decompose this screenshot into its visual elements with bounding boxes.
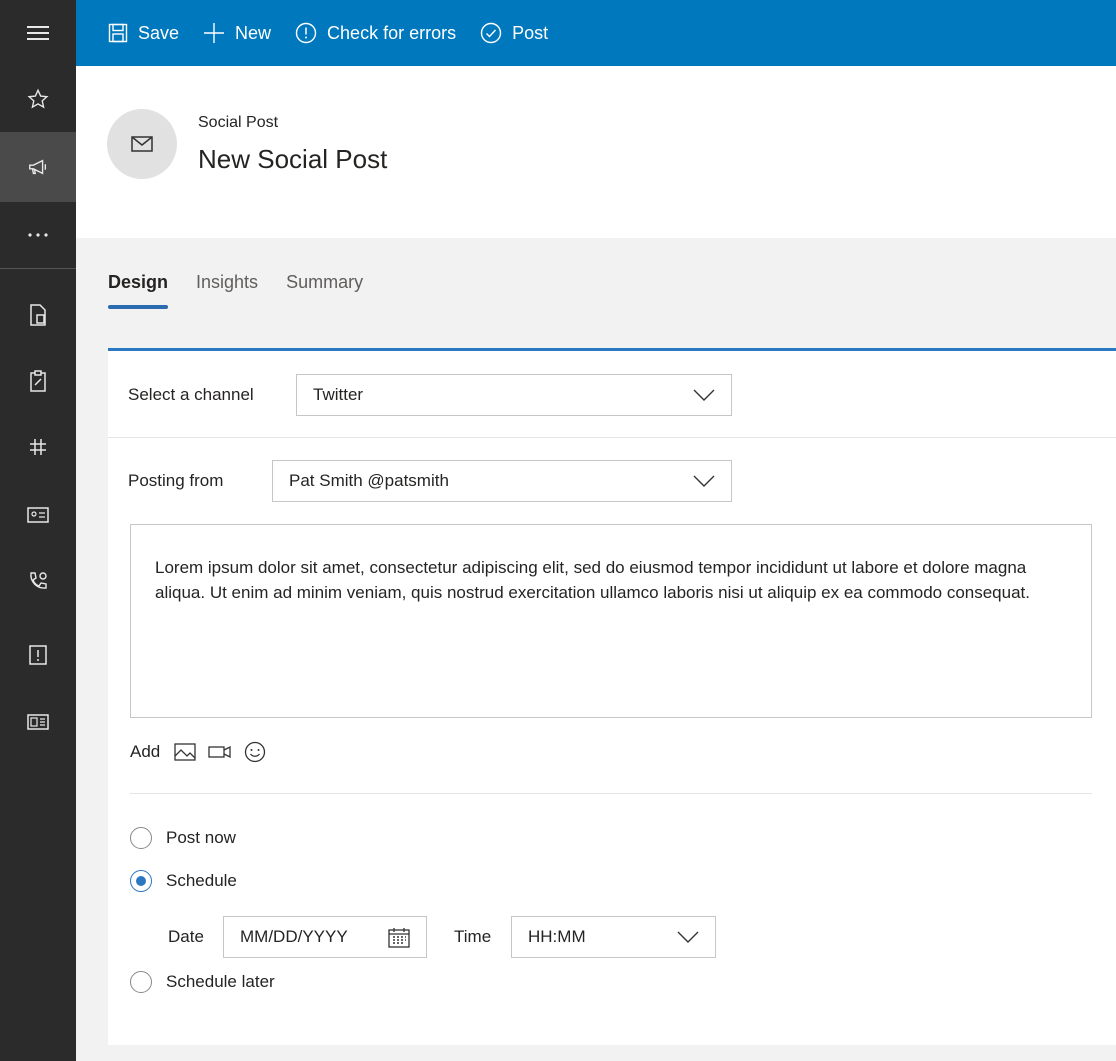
channel-select[interactable]: Twitter bbox=[296, 374, 732, 416]
left-nav-rail bbox=[0, 0, 76, 1061]
post-label: Post bbox=[512, 22, 549, 43]
command-bar: Save New Check for errors Post bbox=[76, 0, 1116, 66]
schedule-radio[interactable] bbox=[130, 870, 152, 892]
tab-summary[interactable]: Summary bbox=[286, 272, 363, 309]
check-for-errors-label: Check for errors bbox=[327, 22, 457, 43]
date-input[interactable]: MM/DD/YYYY bbox=[223, 916, 427, 958]
chevron-down-icon bbox=[677, 931, 699, 943]
date-label: Date bbox=[168, 927, 204, 946]
date-placeholder: MM/DD/YYYY bbox=[240, 927, 348, 946]
calendar-icon[interactable] bbox=[388, 928, 410, 948]
save-label: Save bbox=[138, 22, 180, 43]
chevron-down-icon bbox=[693, 475, 715, 487]
post-now-label: Post now bbox=[166, 828, 236, 847]
phone-settings-icon[interactable] bbox=[0, 556, 76, 606]
time-select[interactable]: HH:MM bbox=[511, 916, 716, 958]
clipboard-icon[interactable] bbox=[0, 356, 76, 406]
schedule-later-radio[interactable] bbox=[130, 971, 152, 993]
megaphone-icon[interactable] bbox=[0, 132, 76, 202]
posting-from-label: Posting from bbox=[128, 471, 224, 490]
more-icon[interactable] bbox=[0, 202, 76, 268]
schedule-later-option[interactable]: Schedule later bbox=[130, 971, 275, 993]
tab-insights[interactable]: Insights bbox=[196, 272, 258, 309]
add-label: Add bbox=[130, 742, 161, 761]
grid-icon[interactable] bbox=[0, 422, 76, 472]
new-button[interactable]: New bbox=[203, 0, 271, 66]
posting-from-value: Pat Smith @patsmith bbox=[289, 471, 449, 490]
schedule-option[interactable]: Schedule bbox=[130, 870, 237, 892]
tab-strip: Design Insights Summary bbox=[108, 272, 391, 309]
new-label: New bbox=[235, 22, 272, 43]
rail-divider bbox=[0, 268, 76, 269]
time-placeholder: HH:MM bbox=[528, 927, 586, 946]
section-divider bbox=[130, 793, 1092, 794]
post-message-textarea[interactable]: Lorem ipsum dolor sit amet, consectetur … bbox=[130, 524, 1092, 718]
post-now-option[interactable]: Post now bbox=[130, 827, 236, 849]
schedule-label: Schedule bbox=[166, 871, 237, 890]
tab-design[interactable]: Design bbox=[108, 272, 169, 309]
plus-icon bbox=[204, 23, 225, 43]
page-title: New Social Post bbox=[198, 144, 388, 174]
contact-card-icon[interactable] bbox=[0, 490, 76, 540]
menu-icon[interactable] bbox=[0, 0, 76, 66]
design-card: Select a channel Twitter Posting from Pa… bbox=[108, 348, 1116, 1045]
news-icon[interactable] bbox=[0, 697, 76, 747]
check-for-errors-button[interactable]: Check for errors bbox=[295, 0, 456, 66]
form-body: Design Insights Summary Select a channel… bbox=[76, 238, 1116, 1061]
emoji-icon[interactable] bbox=[244, 741, 266, 763]
checkmark-circle-icon bbox=[480, 22, 502, 44]
section-divider bbox=[108, 437, 1116, 438]
entity-avatar bbox=[107, 109, 177, 179]
time-label: Time bbox=[454, 927, 492, 946]
video-icon[interactable] bbox=[208, 745, 232, 759]
record-header: Social Post New Social Post bbox=[76, 66, 1116, 238]
envelope-icon bbox=[131, 136, 153, 152]
save-button[interactable]: Save bbox=[108, 0, 179, 66]
image-icon[interactable] bbox=[174, 743, 196, 761]
posting-from-select[interactable]: Pat Smith @patsmith bbox=[272, 460, 732, 502]
document-icon[interactable] bbox=[0, 290, 76, 340]
chevron-down-icon bbox=[693, 389, 715, 401]
channel-label: Select a channel bbox=[128, 385, 254, 404]
save-icon bbox=[108, 23, 128, 43]
star-icon[interactable] bbox=[0, 66, 76, 132]
post-now-radio[interactable] bbox=[130, 827, 152, 849]
alert-box-icon[interactable] bbox=[0, 630, 76, 680]
post-button[interactable]: Post bbox=[480, 0, 548, 66]
entity-type-label: Social Post bbox=[198, 114, 279, 131]
add-media-row: Add bbox=[130, 741, 278, 763]
info-circle-icon bbox=[295, 22, 317, 44]
schedule-later-label: Schedule later bbox=[166, 972, 275, 991]
channel-select-value: Twitter bbox=[313, 385, 364, 404]
